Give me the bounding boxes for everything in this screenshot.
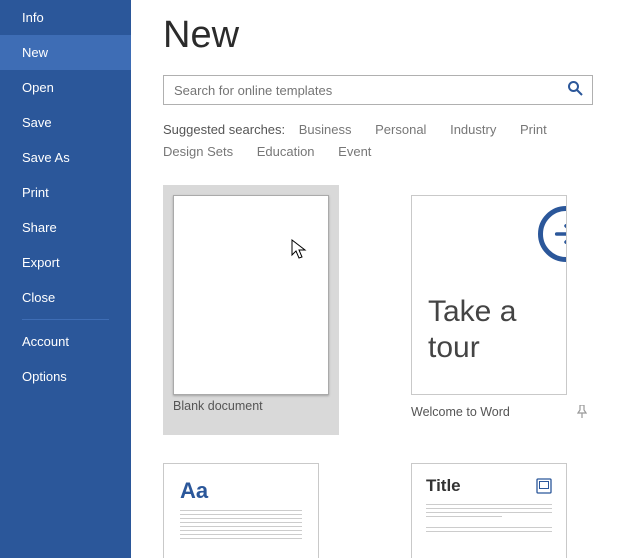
template-letter[interactable]: Aa — [163, 463, 339, 558]
sidebar-item-info[interactable]: Info — [0, 0, 131, 35]
sidebar: Info New Open Save Save As Print Share E… — [0, 0, 131, 558]
letter-preview-sample: Aa — [180, 478, 302, 504]
sidebar-item-new[interactable]: New — [0, 35, 131, 70]
suggested-search-print[interactable]: Print — [520, 122, 547, 137]
suggested-searches-label: Suggested searches: — [163, 122, 285, 137]
suggested-search-design-sets[interactable]: Design Sets — [163, 144, 233, 159]
template-caption: Welcome to Word — [411, 395, 587, 419]
template-tour-text: Take a tour — [428, 294, 550, 366]
template-caption: Blank document — [173, 395, 329, 413]
templates-grid: Blank document Take a tour Welcome to Wo… — [163, 185, 600, 558]
suggested-searches: Suggested searches: Business Personal In… — [163, 119, 600, 163]
template-titled-thumbnail: Title — [411, 463, 567, 558]
template-tour-thumbnail: Take a tour — [411, 195, 567, 395]
suggested-search-education[interactable]: Education — [257, 144, 315, 159]
sidebar-item-options[interactable]: Options — [0, 359, 131, 394]
sidebar-item-share[interactable]: Share — [0, 210, 131, 245]
sidebar-item-close[interactable]: Close — [0, 280, 131, 315]
sidebar-divider — [22, 319, 109, 320]
suggested-search-industry[interactable]: Industry — [450, 122, 496, 137]
image-placeholder-icon — [536, 478, 552, 494]
template-titled[interactable]: Title — [411, 463, 587, 558]
page-title: New — [163, 14, 600, 57]
arrow-right-icon — [538, 206, 567, 262]
template-letter-thumbnail: Aa — [163, 463, 319, 558]
sidebar-item-open[interactable]: Open — [0, 70, 131, 105]
search-input[interactable] — [163, 75, 593, 105]
content-panel: New Suggested searches: Business Persona… — [131, 0, 622, 558]
sidebar-item-print[interactable]: Print — [0, 175, 131, 210]
sidebar-item-export[interactable]: Export — [0, 245, 131, 280]
template-blank-document[interactable]: Blank document — [163, 185, 339, 435]
search-bar — [163, 75, 600, 105]
suggested-search-business[interactable]: Business — [299, 122, 352, 137]
template-blank-thumbnail — [173, 195, 329, 395]
template-welcome-to-word[interactable]: Take a tour Welcome to Word — [411, 185, 587, 435]
titled-preview-title: Title — [426, 476, 461, 496]
pin-icon[interactable] — [577, 405, 587, 421]
search-icon[interactable] — [567, 80, 583, 101]
sidebar-item-save-as[interactable]: Save As — [0, 140, 131, 175]
sidebar-item-save[interactable]: Save — [0, 105, 131, 140]
suggested-search-event[interactable]: Event — [338, 144, 371, 159]
sidebar-item-account[interactable]: Account — [0, 324, 131, 359]
suggested-search-personal[interactable]: Personal — [375, 122, 426, 137]
cursor-icon — [291, 239, 307, 264]
